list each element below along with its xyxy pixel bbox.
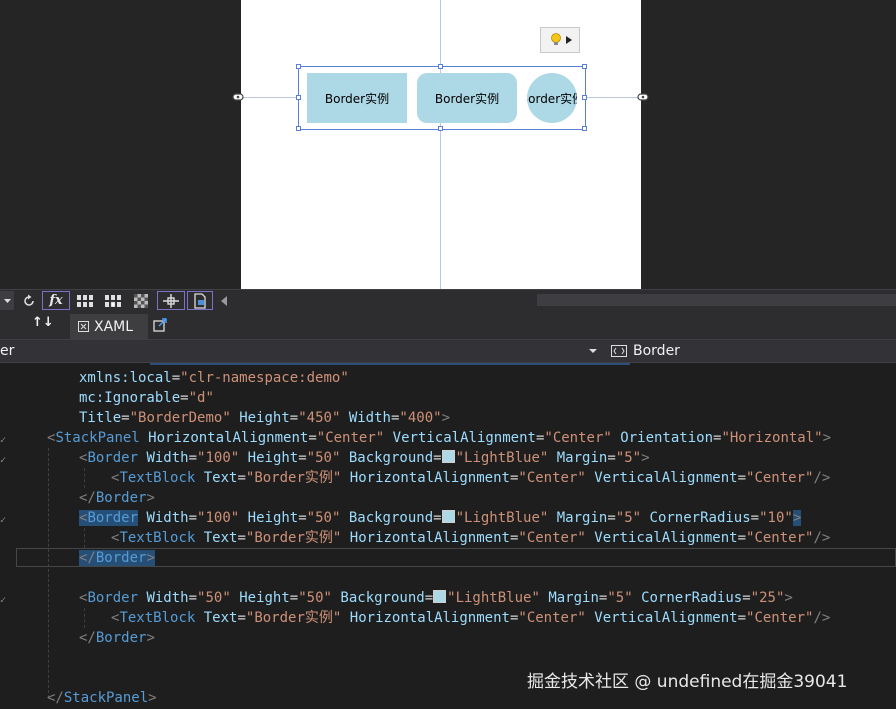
transparency-button[interactable] xyxy=(130,291,152,310)
resize-handle-tl[interactable] xyxy=(296,64,301,69)
right-anchor-icon[interactable] xyxy=(637,92,649,102)
resize-handle-l[interactable] xyxy=(296,95,301,100)
watermark: 掘金技术社区 @ undefined在掘金39041 xyxy=(527,672,848,692)
device-preview-toggle-button[interactable] xyxy=(187,291,213,310)
code-line: <Border Width="100" Height="50" Backgrou… xyxy=(79,450,650,466)
artboard[interactable]: Border实例 Border实例 Border实例 xyxy=(232,0,649,289)
resize-handle-tr[interactable] xyxy=(582,64,587,69)
code-line: <Border Width="50" Height="50" Backgroun… xyxy=(79,590,793,606)
swap-panes-icon[interactable]: ↑↓ xyxy=(32,315,54,330)
designer-toolbar: fx xyxy=(0,289,896,311)
checkerboard-icon xyxy=(134,293,148,308)
snap-lines-toggle-button[interactable] xyxy=(157,291,185,310)
border-text: Border实例 xyxy=(527,91,577,106)
snap-grid-icon xyxy=(105,294,121,307)
lightbulb-icon xyxy=(550,33,561,45)
code-line: </StackPanel> xyxy=(47,690,157,706)
code-line: <TextBlock Text="Border实例" HorizontalAli… xyxy=(111,470,831,486)
code-line: <TextBlock Text="Border实例" HorizontalAli… xyxy=(111,610,831,626)
scroll-left-button[interactable] xyxy=(218,291,230,310)
color-swatch-icon[interactable] xyxy=(433,590,447,603)
code-line: </Border> xyxy=(79,550,155,566)
previous-line-highlight xyxy=(150,363,630,365)
center-guide-vertical xyxy=(440,0,441,289)
caret-right-icon xyxy=(565,36,572,44)
element-scope-dropdown[interactable]: er xyxy=(0,340,605,362)
resize-handle-b[interactable] xyxy=(438,126,443,131)
code-line: </Border> xyxy=(79,490,155,506)
popout-icon xyxy=(153,318,167,332)
indent-guide xyxy=(84,608,85,628)
code-line: <StackPanel HorizontalAlignment="Center"… xyxy=(47,430,832,446)
snap-grid-button[interactable] xyxy=(102,291,124,310)
color-swatch-icon[interactable] xyxy=(441,510,455,523)
quick-actions-button[interactable] xyxy=(540,27,580,53)
collapse-mark[interactable]: ✓ xyxy=(0,595,6,606)
code-line: <TextBlock Text="Border实例" HorizontalAli… xyxy=(111,530,831,546)
border-text: Border实例 xyxy=(324,91,390,106)
grid-button[interactable] xyxy=(74,291,96,310)
resize-handle-r[interactable] xyxy=(582,95,587,100)
navigation-bar: er Border xyxy=(0,339,896,363)
color-swatch-icon[interactable] xyxy=(441,450,455,463)
element-member-dropdown[interactable]: Border xyxy=(607,340,896,362)
collapse-mark[interactable]: ✓ xyxy=(0,435,6,446)
left-anchor-icon[interactable] xyxy=(232,92,244,102)
pane-tab-row: ↑↓ XAML xyxy=(0,311,896,339)
tab-xaml-label: XAML xyxy=(94,318,134,335)
code-line: </Border> xyxy=(79,630,155,646)
border-circle[interactable]: Border实例 xyxy=(527,73,577,123)
xaml-file-icon xyxy=(78,321,89,332)
designer-surface: Border实例 Border实例 Border实例 xyxy=(0,0,896,289)
resize-handle-bl[interactable] xyxy=(296,126,301,131)
effects-toggle-button[interactable]: fx xyxy=(42,291,70,310)
refresh-icon xyxy=(24,294,34,306)
fx-icon: fx xyxy=(49,293,63,308)
xaml-code-editor[interactable]: ✓ ✓ ✓ ✓ xmlns:local="clr-namespace:demo"… xyxy=(0,363,896,709)
collapse-mark[interactable]: ✓ xyxy=(0,455,6,466)
code-line: mc:Ignorable="d" xyxy=(79,390,214,406)
chevron-down-icon xyxy=(589,349,597,353)
element-scope-value: er xyxy=(0,343,15,359)
border-text: Border实例 xyxy=(434,91,500,106)
collapse-mark[interactable]: ✓ xyxy=(0,515,6,526)
snap-lines-icon xyxy=(163,293,179,308)
xaml-element-icon xyxy=(611,345,627,357)
horizontal-scrollbar[interactable] xyxy=(537,294,896,306)
code-line: Title="BorderDemo" Height="450" Width="4… xyxy=(79,410,451,426)
indent-guide xyxy=(48,448,49,698)
grid-icon xyxy=(77,294,93,307)
indent-guide xyxy=(84,468,85,488)
element-member-value: Border xyxy=(633,343,680,359)
resize-handle-br[interactable] xyxy=(582,126,587,131)
margin-guide-right xyxy=(586,97,641,98)
zoom-dropdown[interactable] xyxy=(0,291,14,310)
refresh-button[interactable] xyxy=(20,291,38,310)
border-rounded[interactable]: Border实例 xyxy=(417,73,517,123)
margin-guide-left xyxy=(241,97,298,98)
popout-button[interactable] xyxy=(153,317,167,336)
caret-left-icon xyxy=(221,295,227,306)
tab-xaml[interactable]: XAML xyxy=(70,314,148,339)
chevron-down-icon xyxy=(3,298,11,303)
code-line: <Border Width="100" Height="50" Backgrou… xyxy=(79,510,802,526)
document-code-icon xyxy=(194,292,206,309)
code-line: xmlns:local="clr-namespace:demo" xyxy=(79,370,349,386)
border-rect[interactable]: Border实例 xyxy=(307,73,407,123)
resize-handle-t[interactable] xyxy=(438,64,443,69)
indent-guide xyxy=(84,528,85,548)
